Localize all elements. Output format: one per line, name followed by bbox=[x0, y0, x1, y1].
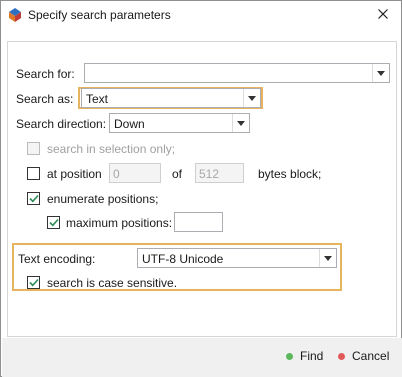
at-position-checkbox[interactable] bbox=[27, 167, 40, 180]
cancel-button-label: Cancel bbox=[352, 349, 390, 363]
text-encoding-dropdown-arrow[interactable] bbox=[319, 249, 336, 267]
maximum-positions-label: maximum positions: bbox=[66, 216, 173, 230]
dialog-footer: Find Cancel bbox=[2, 338, 402, 377]
checkmark-icon bbox=[48, 218, 59, 227]
search-direction-value: Down bbox=[114, 117, 145, 131]
search-in-selection-checkbox[interactable] bbox=[27, 142, 40, 155]
enumerate-positions-label: enumerate positions; bbox=[47, 192, 159, 206]
block-size-input[interactable]: 512 bbox=[195, 163, 244, 183]
checkmark-icon bbox=[28, 278, 39, 287]
app-logo-icon bbox=[7, 7, 23, 23]
case-sensitive-checkbox[interactable] bbox=[27, 276, 40, 289]
search-direction-dropdown-arrow[interactable] bbox=[232, 114, 249, 132]
dialog-window: Specify search parameters Search for: Se… bbox=[0, 0, 402, 377]
title-bar: Specify search parameters bbox=[1, 1, 401, 29]
search-as-dropdown-arrow[interactable] bbox=[243, 89, 260, 107]
checkmark-icon bbox=[28, 194, 39, 203]
window-title: Specify search parameters bbox=[28, 8, 171, 22]
red-dot-icon bbox=[338, 352, 345, 360]
block-size-value: 512 bbox=[199, 167, 220, 181]
find-button-label: Find bbox=[300, 349, 324, 363]
chevron-down-icon bbox=[248, 95, 256, 101]
search-as-value: Text bbox=[86, 92, 109, 106]
search-for-dropdown-arrow[interactable] bbox=[372, 64, 389, 82]
close-button[interactable] bbox=[369, 3, 397, 27]
text-encoding-label: Text encoding: bbox=[18, 252, 96, 266]
search-as-label: Search as: bbox=[16, 92, 74, 106]
chevron-down-icon bbox=[377, 70, 385, 76]
enumerate-positions-checkbox[interactable] bbox=[27, 192, 40, 205]
search-direction-label: Search direction: bbox=[16, 117, 107, 131]
maximum-positions-input[interactable] bbox=[174, 212, 223, 232]
search-as-combobox[interactable]: Text bbox=[81, 88, 261, 108]
green-dot-icon bbox=[286, 352, 293, 360]
parameters-panel bbox=[7, 41, 397, 337]
case-sensitive-label: search is case sensitive. bbox=[47, 276, 178, 290]
of-label: of bbox=[172, 167, 183, 181]
search-direction-combobox[interactable]: Down bbox=[109, 113, 250, 133]
chevron-down-icon bbox=[237, 120, 245, 126]
position-value: 0 bbox=[113, 167, 120, 181]
position-input[interactable]: 0 bbox=[109, 163, 161, 183]
search-for-combobox[interactable] bbox=[84, 63, 390, 83]
at-position-label: at position bbox=[47, 167, 102, 181]
close-icon bbox=[378, 8, 388, 22]
text-encoding-value: UTF-8 Unicode bbox=[142, 252, 224, 266]
maximum-positions-checkbox[interactable] bbox=[47, 216, 60, 229]
bytes-block-label: bytes block; bbox=[258, 167, 322, 181]
search-in-selection-label: search in selection only; bbox=[47, 142, 176, 156]
text-encoding-combobox[interactable]: UTF-8 Unicode bbox=[137, 248, 337, 268]
chevron-down-icon bbox=[324, 255, 332, 261]
cancel-button[interactable]: Cancel bbox=[338, 349, 389, 363]
search-for-label: Search for: bbox=[16, 67, 75, 81]
find-button[interactable]: Find bbox=[286, 349, 323, 363]
